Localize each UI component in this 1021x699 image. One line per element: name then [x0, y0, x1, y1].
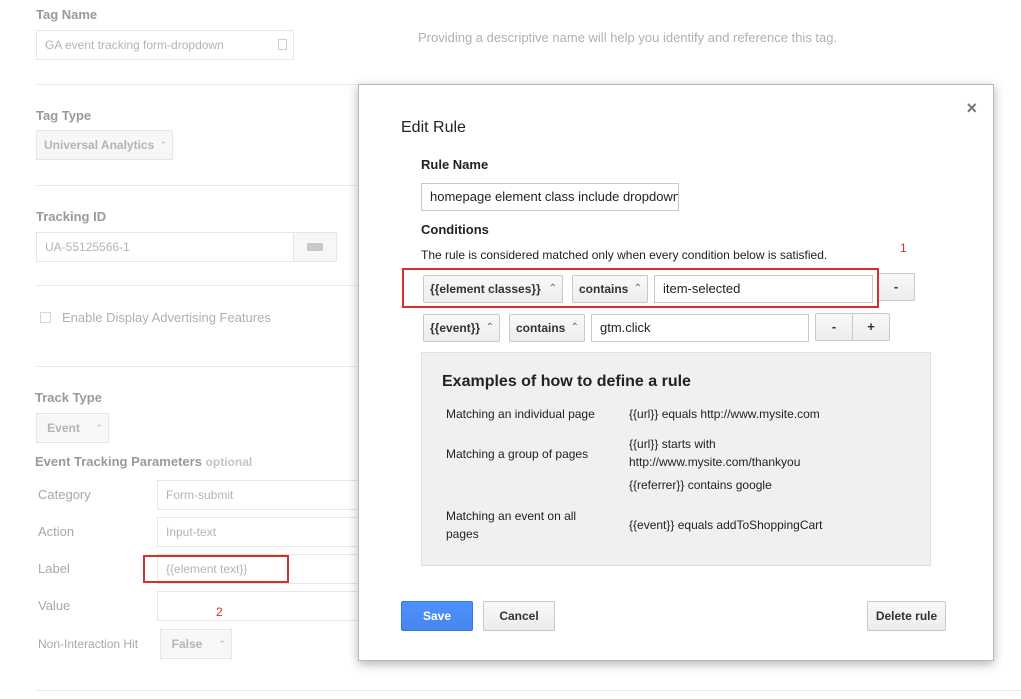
action-label: Action — [38, 524, 75, 539]
examples-title: Examples of how to define a rule — [442, 373, 691, 390]
rule-name-heading: Rule Name — [421, 157, 489, 172]
category-value: Form-submit — [166, 488, 234, 502]
etp-optional: optional — [205, 455, 253, 469]
etp-title: Event Tracking Parameters — [35, 454, 202, 469]
highlight-box-2 — [143, 555, 289, 583]
close-icon[interactable]: × — [966, 98, 977, 119]
example-value: {{url}} starts with http://www.mysite.co… — [629, 437, 801, 469]
rule-name-input[interactable]: homepage element class include dropdown — [421, 183, 679, 211]
value-input[interactable] — [157, 591, 359, 621]
display-adv-checkbox[interactable] — [40, 312, 51, 323]
condition-2-value-input[interactable]: gtm.click — [591, 314, 809, 342]
category-input[interactable]: Form-submit — [157, 480, 359, 510]
tag-name-hint: Providing a descriptive name will help y… — [418, 30, 838, 45]
track-type-value: Event — [47, 421, 80, 435]
tag-type-label: Tag Type — [36, 108, 92, 123]
updown-arrow-icon: ⌃ — [159, 140, 168, 150]
value-label: Value — [38, 598, 71, 613]
condition-2-variable-select[interactable]: {{event}} ⌃ — [423, 314, 500, 342]
updown-arrow-icon: ⌃ — [95, 423, 103, 433]
non-interaction-label: Non-Interaction Hit — [38, 637, 139, 651]
condition-2-variable: {{event}} — [430, 321, 481, 335]
dialog-title: Edit Rule — [401, 119, 466, 136]
annotation-1: 1 — [900, 241, 907, 255]
display-adv-label: Enable Display Advertising Features — [62, 310, 271, 325]
divider — [36, 366, 358, 367]
divider — [36, 690, 1021, 691]
example-value: {{url}} equals http://www.mysite.com — [629, 407, 820, 421]
example-value: {{referrer}} contains google — [629, 478, 772, 492]
save-button[interactable]: Save — [401, 601, 473, 631]
track-type-select[interactable]: Event ⌃ — [36, 413, 109, 443]
highlight-box-1 — [402, 268, 879, 308]
action-input[interactable]: Input-text — [157, 517, 359, 547]
updown-arrow-icon: ⌃ — [485, 322, 494, 333]
macro-picker-button[interactable] — [293, 232, 337, 262]
track-type-label: Track Type — [35, 390, 102, 405]
conditions-description: The rule is considered matched only when… — [421, 248, 828, 262]
divider — [36, 185, 358, 186]
cancel-button[interactable]: Cancel — [483, 601, 555, 631]
tracking-id-label: Tracking ID — [36, 209, 107, 224]
condition-2-operator-select[interactable]: contains ⌃ — [509, 314, 585, 342]
example-value: {{event}} equals addToShoppingCart — [629, 518, 823, 532]
category-label: Category — [38, 487, 91, 502]
conditions-heading: Conditions — [421, 222, 489, 237]
action-value: Input-text — [166, 525, 217, 539]
example-label: Matching an individual page — [446, 407, 595, 421]
tracking-id-value: UA-55125566-1 — [45, 240, 130, 254]
non-interaction-select[interactable]: False ⌃ — [160, 629, 232, 659]
condition-2-operator: contains — [516, 321, 566, 335]
updown-arrow-icon: ⌃ — [570, 322, 579, 333]
divider — [36, 84, 358, 85]
condition-1-remove-button[interactable]: - — [877, 273, 915, 301]
add-condition-button[interactable]: + — [852, 313, 890, 341]
tag-type-value: Universal Analytics — [44, 138, 155, 152]
input-badge-icon — [278, 39, 287, 50]
event-tracking-params-heading: Event Tracking Parameters optional — [35, 454, 252, 469]
label-label: Label — [38, 561, 70, 576]
examples-panel: Examples of how to define a rule Matchin… — [421, 352, 931, 566]
tag-name-label: Tag Name — [36, 7, 98, 22]
example-label: Matching an event on all pages — [446, 509, 577, 541]
lego-icon — [307, 243, 323, 251]
updown-arrow-icon: ⌃ — [218, 639, 226, 649]
edit-rule-dialog: Edit Rule × Rule Name homepage element c… — [358, 84, 994, 661]
tracking-id-input[interactable]: UA-55125566-1 — [36, 232, 294, 262]
tag-name-input[interactable]: GA event tracking form-dropdown — [36, 30, 294, 60]
annotation-2: 2 — [216, 605, 223, 619]
tag-name-value: GA event tracking form-dropdown — [45, 38, 224, 52]
condition-2-remove-button[interactable]: - — [815, 313, 853, 341]
divider — [36, 285, 358, 286]
example-label: Matching a group of pages — [446, 447, 589, 461]
delete-rule-button[interactable]: Delete rule — [867, 601, 946, 631]
tag-type-select[interactable]: Universal Analytics ⌃ — [36, 130, 174, 160]
non-interaction-value: False — [171, 637, 203, 651]
